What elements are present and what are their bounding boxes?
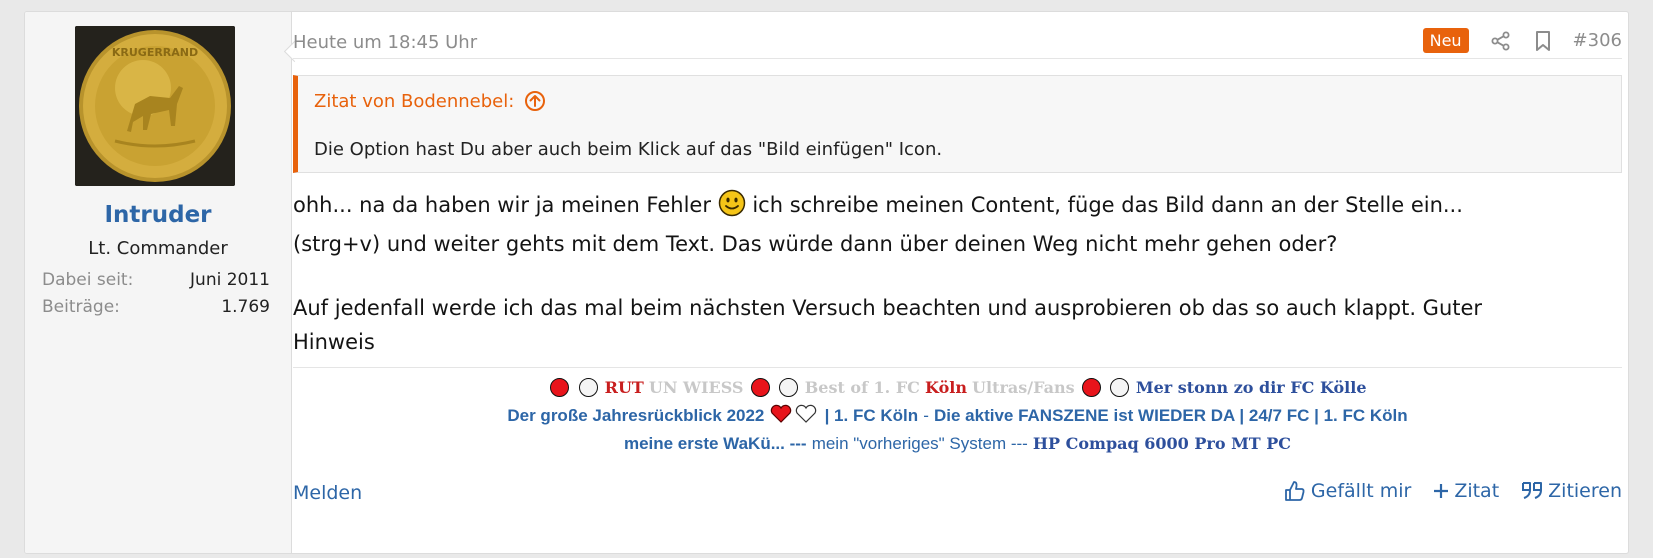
arrow-up-circle-icon[interactable] <box>524 90 546 112</box>
sig-hp-link[interactable]: HP Compaq 6000 Pro MT PC <box>1033 434 1291 453</box>
sig-koln[interactable]: Köln <box>925 378 967 397</box>
share-icon[interactable] <box>1491 30 1511 52</box>
forum-post: KRUGERRAND Intruder Lt. Commander Dabei … <box>24 11 1629 554</box>
stat-label: Beiträge: <box>42 297 120 317</box>
content-paragraph: Auf jedenfall werde ich das mal beim näc… <box>293 296 1483 354</box>
quote-header[interactable]: Zitat von Bodennebel: <box>314 90 546 112</box>
quote-author[interactable]: Zitat von Bodennebel: <box>314 91 514 112</box>
reply-quote-label: Zitieren <box>1548 480 1622 502</box>
post-number[interactable]: #306 <box>1573 30 1622 51</box>
bookmark-icon[interactable] <box>1533 30 1553 52</box>
smiley-icon <box>718 189 746 227</box>
divider <box>293 58 1622 59</box>
heart-icons <box>769 404 819 425</box>
post-meta-actions: Neu #306 <box>1422 28 1622 53</box>
post-time[interactable]: Heute um 18:45 Uhr <box>293 32 477 53</box>
content-paragraph: ohh... na da haben wir ja meinen Fehler … <box>293 188 1533 261</box>
signature-row-3: meine erste WaKü... --- mein "vorheriges… <box>293 430 1622 458</box>
sig-rut: RUT <box>604 378 644 397</box>
signature-row-2: Der große Jahresrückblick 2022 | 1. FC K… <box>293 402 1622 430</box>
new-badge: Neu <box>1422 28 1469 53</box>
sig-un-wiess: UN WIESS <box>648 378 744 397</box>
signature-row-1: RUT UN WIESS Best of 1. FC Köln Ultras/F… <box>293 374 1622 402</box>
reply-quote-button[interactable]: Zitieren <box>1521 480 1622 502</box>
white-circle-icon <box>1109 378 1129 397</box>
avatar[interactable]: KRUGERRAND <box>75 26 235 186</box>
krugerrand-coin-image: KRUGERRAND <box>75 26 235 186</box>
like-label: Gefällt mir <box>1310 480 1412 502</box>
white-circle-icon <box>778 378 798 397</box>
user-title: Lt. Commander <box>88 238 228 259</box>
user-info-panel: KRUGERRAND Intruder Lt. Commander Dabei … <box>25 12 292 553</box>
red-circle-icon <box>750 378 770 397</box>
report-link[interactable]: Melden <box>293 482 362 504</box>
sig-fc-koln-link[interactable]: | 1. FC Köln <box>825 406 919 425</box>
sig-vorheriges-link[interactable]: mein "vorheriges" System --- <box>812 434 1028 453</box>
plus-icon <box>1434 484 1449 498</box>
quote-icon <box>1522 482 1543 499</box>
stat-posts: Beiträge: 1.769 <box>42 297 270 317</box>
stat-value: Juni 2011 <box>190 270 270 290</box>
quote-block: Zitat von Bodennebel: Die Option hast Du… <box>293 75 1622 173</box>
stat-label: Dabei seit: <box>42 270 134 290</box>
content-text: ohh... na da haben wir ja meinen Fehler <box>293 193 718 217</box>
stat-joined: Dabei seit: Juni 2011 <box>42 270 270 290</box>
post-content: ohh... na da haben wir ja meinen Fehler … <box>293 188 1533 359</box>
stat-value: 1.769 <box>221 297 270 317</box>
white-circle-icon <box>578 378 598 397</box>
signature: RUT UN WIESS Best of 1. FC Köln Ultras/F… <box>293 374 1622 458</box>
sig-mer-stonn[interactable]: Mer stonn zo dir FC Kölle <box>1136 378 1367 397</box>
like-button[interactable]: Gefällt mir <box>1284 480 1411 502</box>
sig-best-of[interactable]: Best of 1. FC <box>805 378 920 397</box>
sig-jahresrueckblick-link[interactable]: Der große Jahresrückblick 2022 <box>507 406 764 425</box>
post-main: Heute um 18:45 Uhr Neu #306 Zitat von Bo… <box>293 12 1628 553</box>
username[interactable]: Intruder <box>25 202 291 228</box>
thumbs-up-icon <box>1285 481 1305 501</box>
post-actions: Gefällt mir Zitat Zitieren <box>1262 480 1622 502</box>
sig-ultras[interactable]: Ultras/Fans <box>972 378 1075 397</box>
quote-text: Die Option hast Du aber auch beim Klick … <box>314 139 943 160</box>
svg-text:KRUGERRAND: KRUGERRAND <box>112 46 198 59</box>
multi-quote-button[interactable]: Zitat <box>1433 480 1499 502</box>
signature-divider <box>293 367 1622 368</box>
sig-erste-waku-link[interactable]: meine erste WaKü... --- <box>624 434 807 453</box>
sig-dash: - <box>923 406 929 425</box>
red-circle-icon <box>1081 378 1101 397</box>
red-circle-icon <box>550 378 570 397</box>
sig-fanszene-link[interactable]: Die aktive FANSZENE ist WIEDER DA | 24/7… <box>934 406 1408 425</box>
multi-quote-label: Zitat <box>1454 480 1500 502</box>
